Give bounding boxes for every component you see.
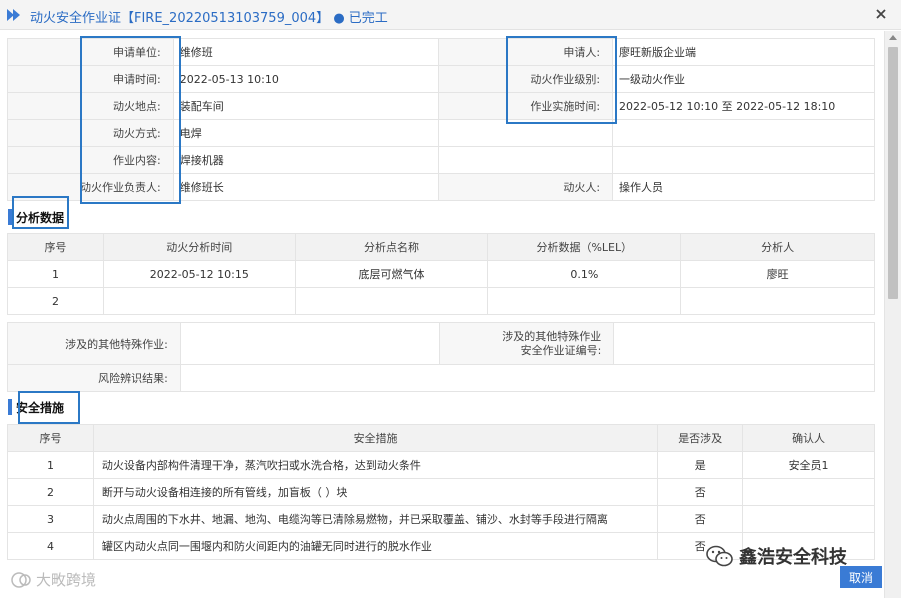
cell: 2	[7, 478, 94, 506]
analysis-header-row: 序号 动火分析时间 分析点名称 分析数据（%LEL） 分析人	[7, 233, 875, 261]
cell: 动火设备内部构件清理干净，蒸汽吹扫或水洗合格，达到动火条件	[92, 451, 659, 479]
cell: 3	[7, 505, 94, 533]
fire-person-value: 操作人员	[612, 173, 875, 201]
col-header: 分析数据（%LEL）	[487, 233, 682, 261]
fire-place-label: 动火地点:	[7, 92, 174, 120]
measures-section-title: 安全措施	[16, 400, 65, 415]
apply-time-value: 2022-05-13 10:10	[172, 65, 440, 93]
other-work-table: 涉及的其他特殊作业: 涉及的其他特殊作业 安全作业证编号: 风险辨识结果:	[7, 322, 876, 392]
dialog-content[interactable]: 申请单位: 维修班 申请人: 廖旺新版企业端 申请时间: 2022-05-13 …	[0, 31, 884, 598]
table-row: 2 断开与动火设备相连接的所有管线，加盲板（ ）块 否	[7, 478, 875, 506]
cell: 是	[657, 451, 744, 479]
cell: 1	[7, 451, 94, 479]
fire-level-value: 一级动火作业	[612, 65, 875, 93]
cell: 4	[7, 532, 94, 560]
cell	[742, 478, 875, 506]
fire-person-label: 动火人:	[438, 173, 614, 201]
cell: 动火点周围的下水井、地漏、地沟、电缆沟等已清除易燃物，并已采取覆盖、铺沙、水封等…	[92, 505, 659, 533]
cell: 廖旺	[680, 260, 875, 288]
work-content-value: 焊接机器	[172, 146, 440, 174]
watermark-right: 鑫浩安全科技	[705, 543, 847, 569]
cell: 2	[7, 287, 104, 315]
work-content-label: 作业内容:	[7, 146, 174, 174]
scrollbar-thumb[interactable]	[888, 47, 898, 299]
cell: 1	[7, 260, 104, 288]
leader-label: 动火作业负责人:	[7, 173, 174, 201]
cell: 否	[657, 505, 744, 533]
title-text: 动火安全作业证【FIRE_20220513103759_004】	[30, 11, 330, 26]
cert-no-label-line1: 涉及的其他特殊作业	[502, 329, 602, 343]
cell	[487, 287, 682, 315]
cell: 2022-05-12 10:15	[102, 260, 296, 288]
cell	[742, 505, 875, 533]
watermark-left-text: 大畋跨境	[36, 571, 97, 589]
table-row: 1 动火设备内部构件清理干净，蒸汽吹扫或水洗合格，达到动火条件 是 安全员1	[7, 451, 875, 479]
fire-method-label: 动火方式:	[7, 119, 174, 147]
apply-unit-value: 维修班	[172, 38, 440, 66]
impl-time-label: 作业实施时间:	[438, 92, 614, 120]
measures-table: 序号 安全措施 是否涉及 确认人 1 动火设备内部构件清理干净，蒸汽吹扫或水洗合…	[7, 424, 875, 560]
leader-value: 维修班长	[172, 173, 440, 201]
cert-no-label: 涉及的其他特殊作业 安全作业证编号:	[439, 322, 615, 365]
risk-label: 风险辨识结果:	[7, 364, 181, 392]
scroll-up-arrow-icon[interactable]	[889, 35, 897, 40]
col-header: 序号	[7, 424, 94, 452]
col-header: 是否涉及	[657, 424, 744, 452]
watermark-left: 大畋跨境	[10, 569, 96, 590]
analysis-section-header: 分析数据	[8, 205, 64, 229]
apply-unit-label: 申请单位:	[7, 38, 174, 66]
applicant-label: 申请人:	[438, 38, 614, 66]
col-header: 安全措施	[92, 424, 659, 452]
special-work-value	[179, 322, 441, 365]
col-header: 分析点名称	[294, 233, 489, 261]
applicant-value: 廖旺新版企业端	[612, 38, 875, 66]
cell: 0.1%	[487, 260, 682, 288]
cell: 罐区内动火点同一围堰内和防火间距内的油罐无同时进行的脱水作业	[92, 532, 659, 560]
table-row: 2	[7, 287, 875, 315]
analysis-section-title: 分析数据	[16, 210, 65, 225]
vertical-scrollbar[interactable]	[884, 31, 901, 598]
cell: 安全员1	[742, 451, 875, 479]
cancel-button[interactable]: 取消	[840, 566, 882, 588]
cert-no-value	[613, 322, 875, 365]
cell	[294, 287, 489, 315]
cert-no-label-line2: 安全作业证编号:	[520, 343, 602, 357]
cell	[102, 287, 296, 315]
col-header: 序号	[7, 233, 104, 261]
measures-section-header: 安全措施	[8, 395, 64, 419]
risk-value	[179, 364, 876, 392]
double-chevron-right-icon	[7, 9, 20, 21]
fire-level-label: 动火作业级别:	[438, 65, 614, 93]
empty-cell	[438, 119, 614, 147]
table-row: 1 2022-05-12 10:15 底层可燃气体 0.1% 廖旺	[7, 260, 875, 288]
analysis-table: 序号 动火分析时间 分析点名称 分析数据（%LEL） 分析人 1 2022-05…	[7, 233, 875, 315]
col-header: 分析人	[680, 233, 875, 261]
watermark-logo-icon	[11, 571, 31, 588]
fire-method-value: 电焊	[172, 119, 440, 147]
measures-header-row: 序号 安全措施 是否涉及 确认人	[7, 424, 875, 452]
col-header: 确认人	[742, 424, 875, 452]
table-row: 3 动火点周围的下水井、地漏、地沟、电缆沟等已清除易燃物，并已采取覆盖、铺沙、水…	[7, 505, 875, 533]
cell: 底层可燃气体	[294, 260, 489, 288]
dialog-title: 动火安全作业证【FIRE_20220513103759_004】 ● 已完工	[30, 7, 388, 26]
watermark-right-text: 鑫浩安全科技	[739, 547, 847, 568]
section-bar	[8, 399, 12, 415]
col-header: 动火分析时间	[102, 233, 296, 261]
fire-place-value: 装配车间	[172, 92, 440, 120]
section-bar	[8, 209, 12, 225]
apply-time-label: 申请时间:	[7, 65, 174, 93]
cell	[680, 287, 875, 315]
dialog-titlebar: 动火安全作业证【FIRE_20220513103759_004】 ● 已完工	[0, 0, 901, 30]
wechat-icon	[706, 545, 733, 567]
special-work-label: 涉及的其他特殊作业:	[7, 322, 181, 365]
permit-info-table: 申请单位: 维修班 申请人: 廖旺新版企业端 申请时间: 2022-05-13 …	[7, 38, 875, 201]
status-badge: ● 已完工	[333, 11, 388, 26]
empty-cell	[612, 119, 875, 147]
close-icon[interactable]	[873, 6, 889, 22]
empty-cell	[438, 146, 614, 174]
cell: 断开与动火设备相连接的所有管线，加盲板（ ）块	[92, 478, 659, 506]
impl-time-value: 2022-05-12 10:10 至 2022-05-12 18:10	[612, 92, 875, 120]
empty-cell	[612, 146, 875, 174]
cell: 否	[657, 478, 744, 506]
